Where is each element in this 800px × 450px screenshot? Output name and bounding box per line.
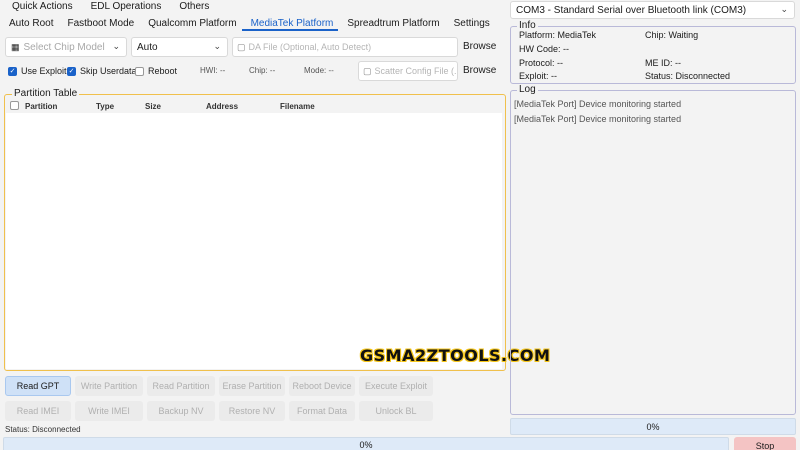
chip-model-placeholder: Select Chip Model (23, 41, 105, 53)
read-partition-button[interactable]: Read Partition (147, 376, 215, 396)
reboot-label: Reboot (148, 66, 178, 76)
tab-qualcomm-platform[interactable]: Qualcomm Platform (139, 17, 241, 31)
col-address[interactable]: Address (206, 102, 238, 111)
scatter-file-input[interactable] (374, 66, 457, 76)
backup-nv-button[interactable]: Backup NV (147, 401, 215, 421)
secondary-progress-bar: 0% (510, 418, 796, 435)
partition-table-header: Partition Type Size Address Filename (6, 100, 502, 112)
format-data-button[interactable]: Format Data (289, 401, 355, 421)
skip-userdata-label: Skip Userdata (80, 66, 137, 76)
use-exploit-label: Use Exploit (21, 66, 67, 76)
reboot-checkbox[interactable]: Reboot (135, 66, 177, 76)
platform-tabs: Auto Root Fastboot Mode Qualcomm Platfor… (0, 17, 505, 33)
info-exploit: Exploit: -- (519, 71, 558, 81)
status-text: Status: Disconnected (5, 425, 81, 434)
da-file-field[interactable]: ▢ (232, 37, 458, 57)
da-browse-button[interactable]: Browse (463, 41, 496, 52)
partition-table-body[interactable] (6, 113, 502, 369)
chevron-down-icon: ⌄ (780, 4, 788, 14)
unlock-bl-button[interactable]: Unlock BL (359, 401, 433, 421)
menu-quick-actions[interactable]: Quick Actions (0, 0, 79, 14)
mode-status-text: Mode: -- (304, 66, 334, 75)
log-title: Log (517, 84, 538, 95)
scatter-browse-button[interactable]: Browse (463, 65, 496, 76)
log-line: [MediaTek Port] Device monitoring starte… (514, 114, 682, 124)
hw-status-text: HWI: -- (200, 66, 226, 75)
info-status: Status: Disconnected (645, 71, 731, 81)
read-gpt-button[interactable]: Read GPT (5, 376, 71, 396)
stop-button[interactable]: Stop (734, 437, 796, 450)
secondary-progress-label: 0% (646, 421, 660, 432)
grid-icon: ▦ (11, 41, 20, 52)
info-platform: Platform: MediaTek (519, 30, 597, 40)
port-select[interactable]: COM3 - Standard Serial over Bluetooth li… (510, 1, 795, 19)
erase-partition-button[interactable]: Erase Partition (219, 376, 285, 396)
info-chip: Chip: Waiting (645, 30, 699, 40)
port-select-value: COM3 - Standard Serial over Bluetooth li… (516, 4, 747, 16)
main-progress-label: 0% (359, 439, 373, 450)
read-imei-button[interactable]: Read IMEI (5, 401, 71, 421)
info-hw-code: HW Code: -- (519, 44, 570, 54)
info-me-id: ME ID: -- (645, 58, 681, 68)
write-imei-button[interactable]: Write IMEI (75, 401, 143, 421)
write-partition-button[interactable]: Write Partition (75, 376, 143, 396)
mode-select-value: Auto (137, 41, 158, 53)
info-protocol: Protocol: -- (519, 58, 564, 68)
file-icon: ▢ (237, 41, 246, 52)
chevron-down-icon: ⌄ (112, 41, 120, 51)
col-partition[interactable]: Partition (25, 102, 57, 111)
tab-mediatek-platform[interactable]: MediaTek Platform (241, 17, 339, 31)
tab-auto-root[interactable]: Auto Root (0, 17, 58, 31)
col-type[interactable]: Type (96, 102, 114, 111)
log-area[interactable]: [MediaTek Port] Device monitoring starte… (514, 99, 792, 411)
scatter-file-field[interactable]: ▢ (358, 61, 458, 81)
partition-table-title: Partition Table (12, 88, 80, 99)
log-line: [MediaTek Port] Device monitoring starte… (514, 99, 682, 109)
col-size[interactable]: Size (145, 102, 161, 111)
tab-settings[interactable]: Settings (445, 17, 495, 31)
menu-bar: Quick Actions EDL Operations Others (0, 0, 505, 14)
menu-others[interactable]: Others (167, 0, 215, 14)
chip-model-select[interactable]: ▦ Select Chip Model ⌄ (5, 37, 127, 57)
menu-edl-operations[interactable]: EDL Operations (79, 0, 168, 14)
chip-status-text: Chip: -- (249, 66, 276, 75)
main-progress-bar: 0% (3, 437, 729, 450)
restore-nv-button[interactable]: Restore NV (219, 401, 285, 421)
checkbox-checked-icon: ✓ (8, 66, 17, 76)
col-filename[interactable]: Filename (280, 102, 315, 111)
chevron-down-icon: ⌄ (213, 41, 221, 51)
file-icon: ▢ (363, 65, 372, 76)
mode-select[interactable]: Auto ⌄ (131, 37, 228, 57)
da-file-input[interactable] (248, 42, 457, 52)
checkbox-empty-icon (135, 66, 144, 76)
execute-exploit-button[interactable]: Execute Exploit (359, 376, 433, 396)
skip-userdata-checkbox[interactable]: ✓ Skip Userdata (67, 66, 137, 76)
checkbox-checked-icon: ✓ (67, 66, 76, 76)
reboot-device-button[interactable]: Reboot Device (289, 376, 355, 396)
tab-spreadtrum-platform[interactable]: Spreadtrum Platform (338, 17, 444, 31)
use-exploit-checkbox[interactable]: ✓ Use Exploit (8, 66, 67, 76)
select-all-checkbox[interactable] (10, 101, 19, 110)
tab-fastboot-mode[interactable]: Fastboot Mode (58, 17, 139, 31)
